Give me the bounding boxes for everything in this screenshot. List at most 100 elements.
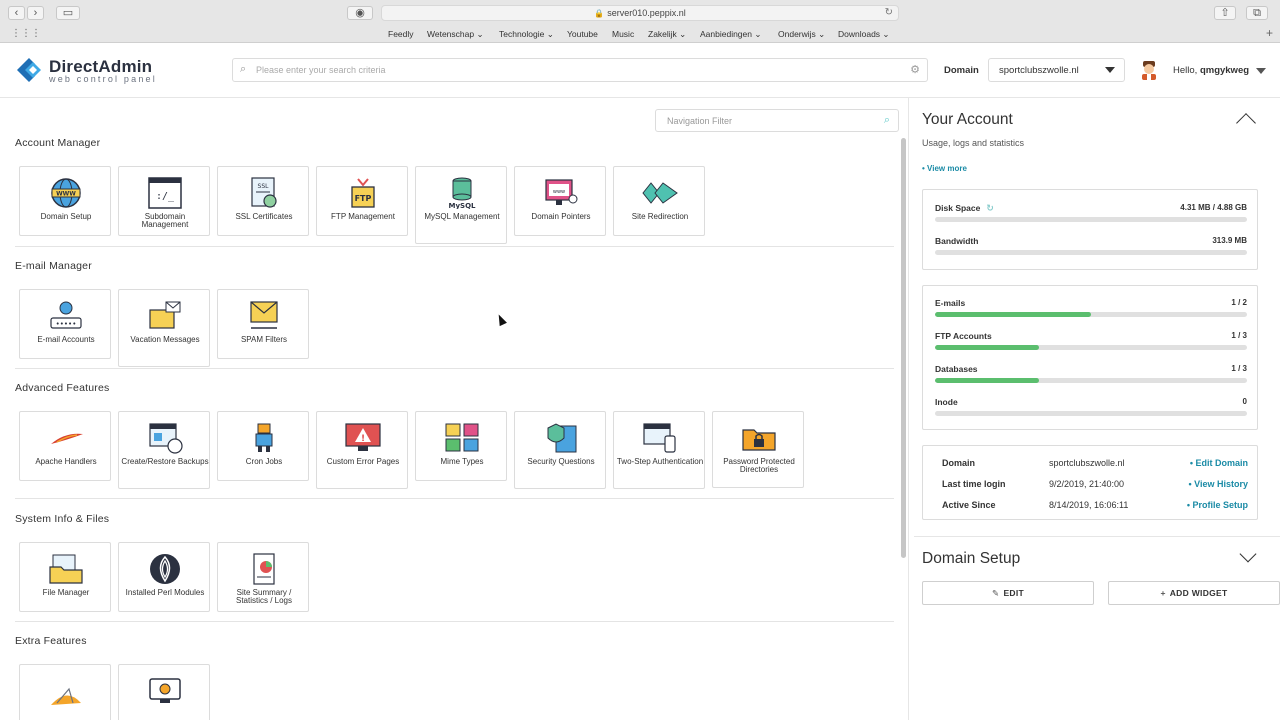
search-icon: ⌕ (883, 114, 890, 126)
bookmark-onderwijs[interactable]: Onderwijs ⌄ (778, 29, 825, 40)
bookmark-downloads[interactable]: Downloads ⌄ (838, 29, 890, 40)
tile-mime-types[interactable]: Mime Types (415, 411, 507, 481)
user-greeting[interactable]: Hello, qmgykweg (1173, 65, 1249, 76)
tile-ssl-certificates[interactable]: SSL SSL Certificates (217, 166, 309, 236)
tile-domain-setup[interactable]: WWW Domain Setup (19, 166, 111, 236)
tile-label: Installed Perl Modules (125, 588, 205, 597)
tile-spam-filters[interactable]: SPAM Filters (217, 289, 309, 359)
user-menu-chevron-icon[interactable] (1256, 68, 1266, 74)
tile-create-restore-backups[interactable]: Create/Restore Backups (118, 411, 210, 489)
main-content: ⌕ Account Manager WWW Domain Setup :/_ S… (0, 98, 908, 720)
sidebar-toggle-button[interactable]: ▭ (56, 6, 80, 20)
tile-domain-pointers[interactable]: www Domain Pointers (514, 166, 606, 236)
spam-filter-icon (250, 301, 278, 329)
redirect-arrows-icon (642, 182, 678, 204)
url-bar[interactable]: 🔒 server010.peppix.nl ↻ (381, 5, 899, 21)
section-title-account-manager: Account Manager (15, 137, 101, 149)
edit-button[interactable]: ✎ EDIT (922, 581, 1094, 605)
tile-custom-error-pages[interactable]: ! Custom Error Pages (316, 411, 408, 489)
grid-icon[interactable]: ⋮⋮⋮ (11, 28, 41, 39)
error-monitor-icon: ! (345, 423, 381, 451)
forward-button[interactable]: › (27, 6, 44, 20)
bookmark-youtube[interactable]: Youtube (567, 29, 598, 39)
tile-vacation-messages[interactable]: Vacation Messages (118, 289, 210, 367)
tile-extra-monitor[interactable] (118, 664, 210, 720)
bookmark-music[interactable]: Music (612, 29, 634, 39)
domain-pointer-icon: www (545, 179, 578, 205)
backup-icon (149, 423, 183, 454)
usage-value: 313.9 MB (1212, 236, 1247, 245)
security-shield-icon (547, 423, 577, 453)
tile-file-manager[interactable]: File Manager (19, 542, 111, 612)
tile-site-redirection[interactable]: Site Redirection (613, 166, 705, 236)
navigation-filter[interactable]: ⌕ (655, 109, 899, 132)
profile-setup-link[interactable]: • Profile Setup (1187, 500, 1248, 510)
tile-subdomain-management[interactable]: :/_ Subdomain Management (118, 166, 210, 236)
reload-icon[interactable]: ↻ (885, 6, 893, 20)
chevron-down-icon (1105, 67, 1115, 73)
browser-toolbar: ‹ › ▭ ◉ 🔒 server010.peppix.nl ↻ ⇧ ⧉ (0, 0, 1280, 25)
share-button[interactable]: ⇧ (1214, 6, 1236, 20)
search-input[interactable] (256, 62, 896, 78)
user-avatar-icon[interactable] (1140, 60, 1158, 80)
count-label: FTP Accounts (935, 331, 992, 341)
tile-password-protected-directories[interactable]: Password Protected Directories (712, 411, 804, 488)
file-manager-icon (49, 554, 83, 584)
count-bar (935, 312, 1247, 317)
settings-gear-icon[interactable]: ⚙ (910, 63, 920, 76)
bookmark-technologie[interactable]: Technologie ⌄ (499, 29, 554, 40)
tile-label: Password Protected Directories (723, 457, 795, 474)
browser-chrome: ‹ › ▭ ◉ 🔒 server010.peppix.nl ↻ ⇧ ⧉ ⋮⋮⋮ F… (0, 0, 1280, 43)
svg-text:WWW: WWW (56, 191, 76, 198)
lock-icon: 🔒 (594, 9, 605, 18)
tile-mysql-management[interactable]: MySQL MySQL Management (415, 166, 507, 244)
bookmark-zakelijk[interactable]: Zakelijk ⌄ (648, 29, 686, 40)
bookmark-aanbiedingen[interactable]: Aanbiedingen ⌄ (700, 29, 761, 40)
section-divider (914, 536, 1280, 537)
tile-label: File Manager (42, 588, 90, 597)
tile-security-questions[interactable]: Security Questions (514, 411, 606, 489)
tile-label: MySQL Management (424, 212, 500, 221)
view-more-link[interactable]: • View more (922, 164, 967, 173)
main-scrollbar[interactable] (901, 138, 906, 558)
global-search[interactable]: ⌕ ⚙ (232, 58, 928, 82)
count-label: Databases (935, 364, 978, 374)
info-key: Last time login (942, 479, 1006, 489)
reader-icon[interactable]: ◉ (347, 6, 373, 20)
bookmark-wetenschap[interactable]: Wetenschap ⌄ (427, 29, 484, 40)
view-history-link[interactable]: • View History (1188, 479, 1248, 489)
tile-apache-handlers[interactable]: Apache Handlers (19, 411, 111, 481)
tile-ftp-management[interactable]: FTP FTP Management (316, 166, 408, 236)
tabs-button[interactable]: ⧉ (1246, 6, 1268, 20)
add-widget-button[interactable]: + ADD WIDGET (1108, 581, 1280, 605)
info-row-domain: Domain sportclubszwolle.nl • Edit Domain (942, 458, 1248, 472)
email-account-icon: ••••• (50, 301, 82, 329)
tile-email-accounts[interactable]: ••••• E-mail Accounts (19, 289, 111, 359)
count-bar-fill (935, 312, 1091, 317)
domain-setup-title: Domain Setup (922, 550, 1021, 567)
tile-label: Two-Step Authentication (616, 457, 704, 466)
search-icon: ⌕ (240, 63, 247, 75)
back-button[interactable]: ‹ (8, 6, 25, 20)
domain-select[interactable]: sportclubszwolle.nl (988, 58, 1125, 82)
tile-label: Cron Jobs (245, 457, 283, 466)
tile-label: FTP Management (331, 212, 395, 221)
tile-cron-jobs[interactable]: Cron Jobs (217, 411, 309, 481)
count-bar (935, 345, 1247, 350)
bookmark-feedly[interactable]: Feedly (388, 29, 414, 39)
tile-installed-perl-modules[interactable]: Installed Perl Modules (118, 542, 210, 612)
tile-two-step-authentication[interactable]: Two-Step Authentication (613, 411, 705, 489)
directadmin-logo-icon[interactable] (15, 56, 43, 84)
mysql-database-icon: MySQL (449, 177, 476, 209)
count-bar-fill (935, 378, 1039, 383)
tile-site-summary-statistics-logs[interactable]: Site Summary / Statistics / Logs (217, 542, 309, 612)
tile-phpmyadmin[interactable] (19, 664, 111, 720)
robot-icon (255, 423, 273, 452)
refresh-icon[interactable]: ↻ (986, 203, 994, 214)
navigation-filter-input[interactable] (667, 114, 867, 128)
count-label: Inode (935, 397, 958, 407)
chevron-up-icon[interactable] (1236, 113, 1256, 133)
add-tab-icon[interactable]: + (1266, 26, 1273, 40)
chevron-down-icon[interactable] (1239, 545, 1257, 563)
edit-domain-link[interactable]: • Edit Domain (1190, 458, 1248, 468)
